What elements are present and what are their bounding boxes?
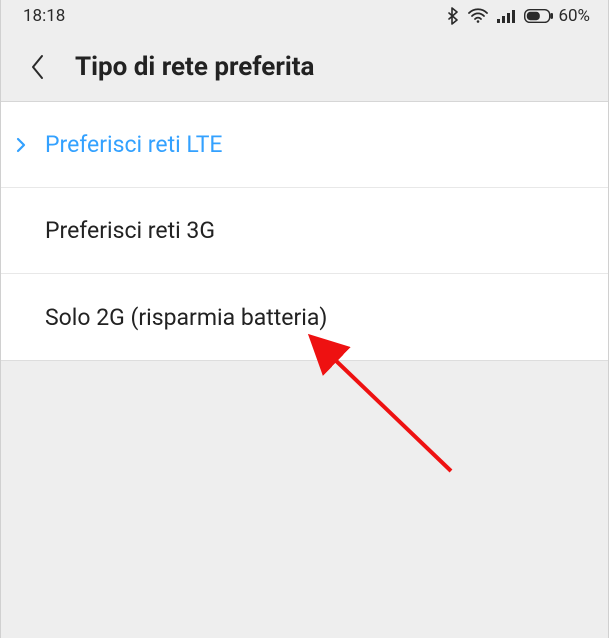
option-2g[interactable]: Solo 2G (risparmia batteria) [1,274,608,360]
chevron-left-icon [30,54,46,80]
option-label: Preferisci reti 3G [45,217,215,244]
options-list: Preferisci reti LTE Preferisci reti 3G S… [1,102,608,360]
option-lte[interactable]: Preferisci reti LTE [1,102,608,188]
battery-icon [524,9,554,23]
option-3g[interactable]: Preferisci reti 3G [1,188,608,274]
option-label: Solo 2G (risparmia batteria) [45,304,327,331]
selected-chevron-icon [15,136,33,154]
back-button[interactable] [21,50,55,84]
page-title: Tipo di rete preferita [75,52,314,82]
battery-indicator: 60% [524,6,590,26]
status-time: 18:18 [23,6,65,26]
signal-icon [496,8,516,24]
wifi-icon [468,8,488,24]
battery-percentage: 60% [558,6,590,26]
status-bar: 18:18 60% [1,0,608,32]
status-right: 60% [446,6,590,26]
bluetooth-icon [446,7,460,25]
settings-screen: 18:18 60% Tipo di rete preferita [0,0,609,638]
empty-area [1,360,608,638]
header: Tipo di rete preferita [1,32,608,102]
option-label: Preferisci reti LTE [45,131,223,158]
